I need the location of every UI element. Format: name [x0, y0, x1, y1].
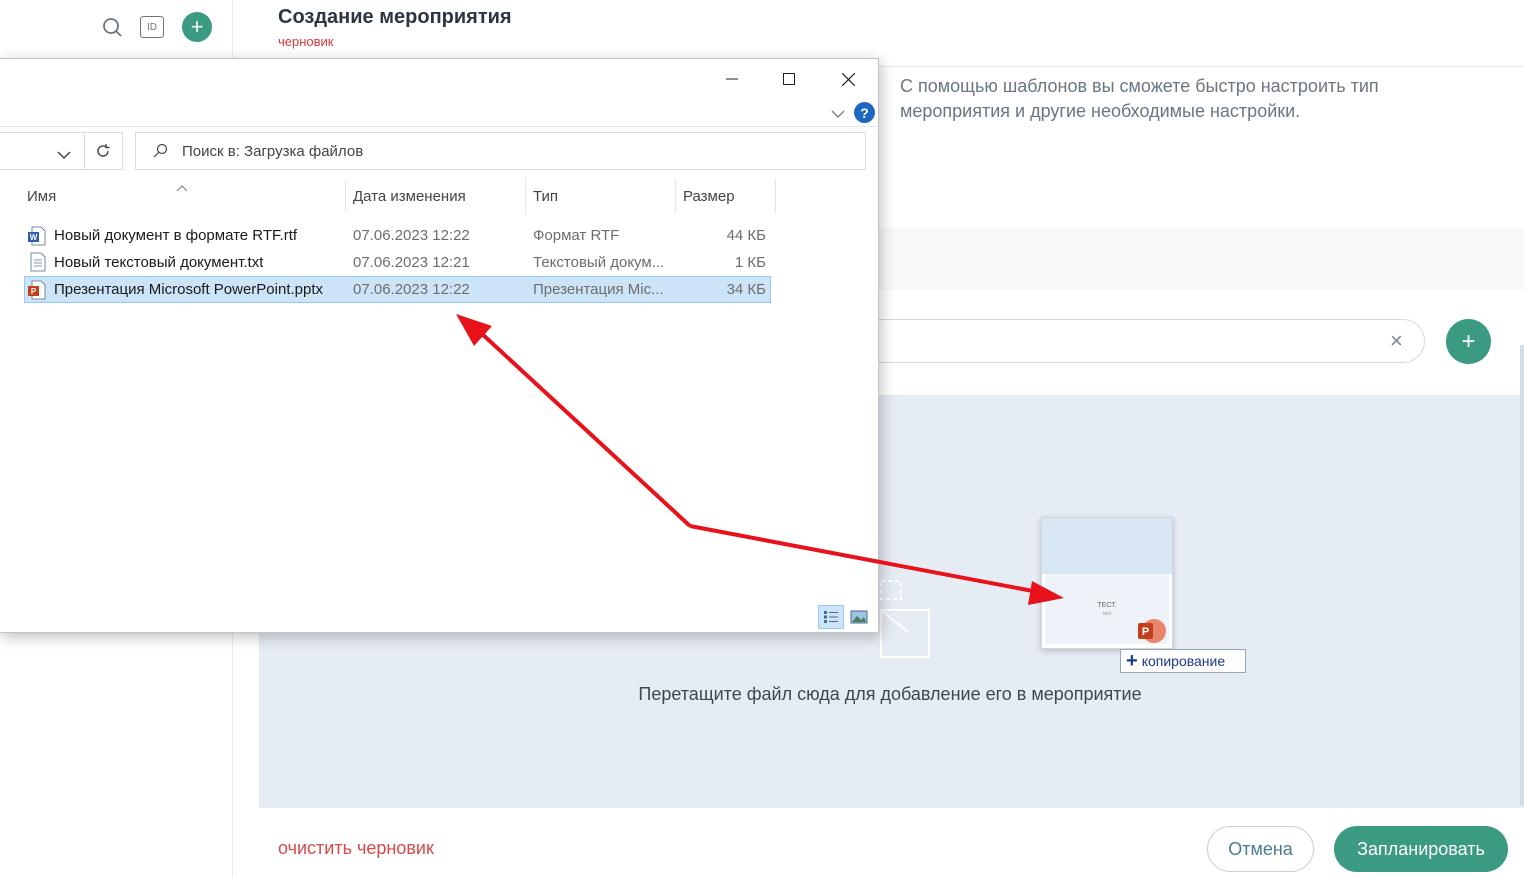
address-divider — [84, 132, 85, 170]
plus-icon: + — [1126, 650, 1138, 672]
minimize-icon[interactable] — [717, 69, 747, 89]
drop-hint-text: Перетащите файл сюда для добавление его … — [638, 684, 1142, 704]
refresh-icon[interactable] — [95, 143, 111, 164]
chevron-down-icon[interactable] — [831, 106, 845, 124]
add-participant-button[interactable]: + — [1446, 319, 1491, 364]
svg-text:P: P — [31, 287, 37, 296]
annotation-arrow-icon — [456, 314, 1064, 605]
status-badge: черновик — [278, 34, 334, 49]
schedule-button[interactable]: Запланировать — [1334, 826, 1508, 872]
file-date: 07.06.2023 12:22 — [353, 227, 470, 244]
search-placeholder: Поиск в: Загрузка файлов — [182, 142, 364, 160]
file-name: Новый текстовый документ.txt — [54, 254, 264, 271]
file-date: 07.06.2023 12:22 — [353, 281, 470, 298]
svg-text:P: P — [1142, 626, 1149, 638]
toolbar-divider — [0, 126, 878, 127]
file-type: Презентация Mic... — [533, 281, 664, 298]
text-file-icon — [30, 252, 46, 272]
file-type: Текстовый докум... — [533, 254, 665, 271]
search-icon — [153, 143, 168, 158]
word-doc-icon: W — [28, 226, 46, 246]
file-size: 34 КБ — [726, 281, 766, 298]
file-name: Новый документ в формате RTF.rtf — [54, 227, 298, 244]
powerpoint-icon: P — [1138, 619, 1166, 643]
column-divider[interactable] — [775, 179, 776, 213]
copy-cursor-badge: + копирование — [1120, 649, 1246, 673]
page-scrollbar[interactable] — [1520, 345, 1524, 805]
templates-description: С помощью шаблонов вы сможете быстро нас… — [900, 76, 1379, 121]
column-header-type[interactable]: Тип — [525, 179, 675, 213]
cancel-button[interactable]: Отмена — [1207, 826, 1314, 872]
file-size: 1 КБ — [734, 254, 766, 271]
column-header-name[interactable]: Имя — [19, 179, 345, 213]
column-header-size[interactable]: Размер — [675, 179, 775, 213]
id-label: ID — [147, 21, 157, 33]
close-icon[interactable] — [833, 69, 863, 89]
id-badge-icon[interactable]: ID — [140, 16, 164, 38]
column-header-date[interactable]: Дата изменения — [345, 179, 525, 213]
create-button[interactable]: + — [182, 12, 212, 42]
file-row[interactable]: W Новый документ в формате RTF.rtf 07.06… — [24, 222, 771, 249]
clear-icon[interactable]: × — [1390, 328, 1403, 354]
help-icon[interactable]: ? — [854, 102, 875, 123]
dialog-search-input[interactable]: Поиск в: Загрузка файлов — [135, 132, 866, 170]
page-title: Создание мероприятия — [278, 6, 512, 28]
file-date: 07.06.2023 12:21 — [353, 254, 470, 271]
file-row-selected[interactable]: P Презентация Microsoft PowerPoint.pptx … — [24, 276, 771, 303]
file-row[interactable]: Новый текстовый документ.txt 07.06.2023 … — [24, 249, 771, 276]
svg-text:W: W — [30, 233, 38, 242]
copy-label: копирование — [1141, 653, 1226, 669]
address-dropdown-icon[interactable] — [57, 147, 71, 165]
file-size: 44 КБ — [726, 227, 766, 244]
file-name: Презентация Microsoft PowerPoint.pptx — [54, 281, 324, 298]
plus-icon: + — [190, 14, 204, 39]
plus-icon: + — [1461, 327, 1476, 355]
file-type: Формат RTF — [533, 227, 620, 244]
search-icon[interactable] — [101, 16, 123, 38]
clear-draft-link[interactable]: очистить черновик — [278, 838, 434, 859]
powerpoint-file-icon: P — [28, 280, 46, 300]
maximize-icon[interactable] — [774, 69, 804, 89]
